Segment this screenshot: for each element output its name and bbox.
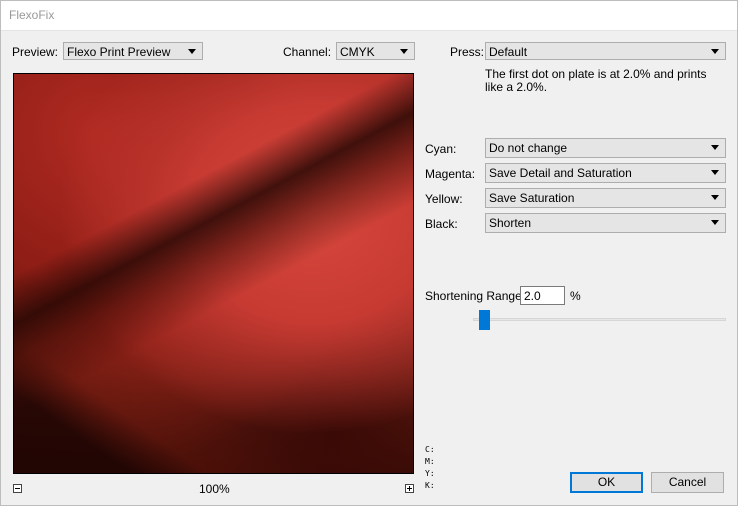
readout-m: M: xyxy=(425,457,435,466)
cyan-label: Cyan: xyxy=(425,142,457,156)
yellow-label: Yellow: xyxy=(425,192,463,206)
title-bar: FlexoFix xyxy=(0,0,738,31)
cancel-button[interactable]: Cancel xyxy=(651,472,724,493)
chevron-down-icon xyxy=(400,49,408,54)
window-title: FlexoFix xyxy=(9,8,55,22)
preview-mode-select[interactable]: Flexo Print Preview xyxy=(63,42,203,60)
preview-mode-value: Flexo Print Preview xyxy=(67,45,171,59)
chevron-down-icon xyxy=(711,145,719,150)
magenta-select[interactable]: Save Detail and Saturation xyxy=(485,163,726,183)
yellow-value: Save Saturation xyxy=(489,191,575,205)
press-description: The first dot on plate is at 2.0% and pr… xyxy=(485,67,707,94)
shortening-range-value: 2.0 xyxy=(524,289,541,303)
channel-label: Channel: xyxy=(283,45,332,59)
press-value: Default xyxy=(489,45,528,59)
channel-select[interactable]: CMYK xyxy=(336,42,415,60)
black-select[interactable]: Shorten xyxy=(485,213,726,233)
preview-label: Preview: xyxy=(12,45,59,59)
chevron-down-icon xyxy=(711,49,719,54)
black-value: Shorten xyxy=(489,216,532,230)
cyan-value: Do not change xyxy=(489,141,568,155)
percent-unit: % xyxy=(570,289,581,303)
ok-button[interactable]: OK xyxy=(570,472,643,493)
shortening-range-input[interactable]: 2.0 xyxy=(520,286,565,305)
cyan-select[interactable]: Do not change xyxy=(485,138,726,158)
magenta-label: Magenta: xyxy=(425,167,476,181)
readout-k: K: xyxy=(425,481,435,490)
shortening-range-label: Shortening Range: xyxy=(425,289,526,303)
black-label: Black: xyxy=(425,217,458,231)
chevron-down-icon xyxy=(711,220,719,225)
channel-value: CMYK xyxy=(340,45,375,59)
yellow-select[interactable]: Save Saturation xyxy=(485,188,726,208)
press-label: Press: xyxy=(450,45,485,59)
zoom-in-icon[interactable] xyxy=(405,484,414,493)
readout-c: C: xyxy=(425,445,435,454)
press-select[interactable]: Default xyxy=(485,42,726,60)
shortening-slider-track[interactable] xyxy=(473,318,726,321)
chevron-down-icon xyxy=(711,195,719,200)
shortening-slider-thumb[interactable] xyxy=(479,310,491,330)
readout-y: Y: xyxy=(425,469,435,478)
zoom-level: 100% xyxy=(199,482,230,496)
magenta-value: Save Detail and Saturation xyxy=(489,166,632,180)
chevron-down-icon xyxy=(711,170,719,175)
preview-image[interactable] xyxy=(13,73,414,474)
zoom-out-icon[interactable] xyxy=(13,484,22,493)
chevron-down-icon xyxy=(188,49,196,54)
